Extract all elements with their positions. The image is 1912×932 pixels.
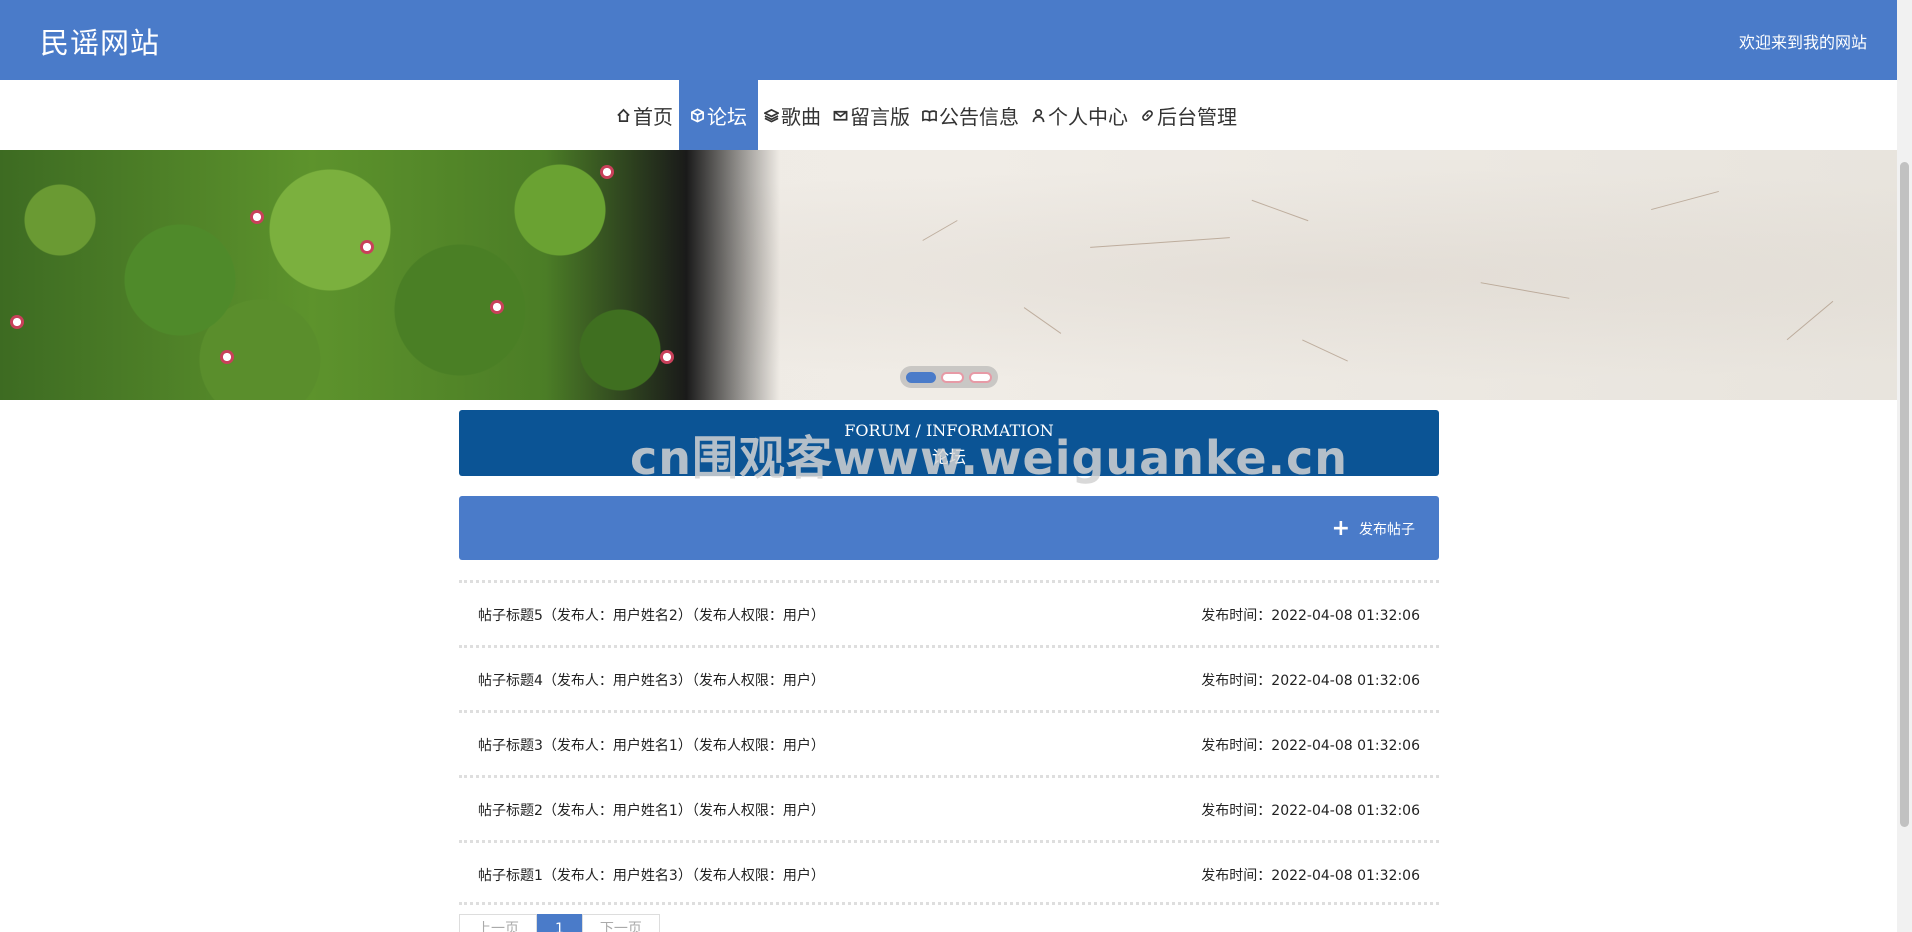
nav-item-forum[interactable]: 论坛: [679, 80, 758, 150]
nav-item-label: 首页: [633, 104, 673, 129]
nav-item-label: 论坛: [707, 104, 747, 129]
layers-icon: [764, 108, 779, 123]
nav-item-label: 个人中心: [1048, 104, 1128, 129]
plus-icon: +: [1331, 516, 1350, 541]
post-title[interactable]: 帖子标题3（发布人：用户姓名1）（发布人权限：用户）: [478, 735, 825, 755]
top-header: 民谣网站 欢迎来到我的网站: [0, 0, 1897, 80]
carousel-dot[interactable]: [906, 371, 936, 383]
post-title[interactable]: 帖子标题1（发布人：用户姓名3）（发布人权限：用户）: [478, 865, 825, 885]
scrollbar-thumb[interactable]: [1900, 162, 1909, 827]
post-title[interactable]: 帖子标题4（发布人：用户姓名3）（发布人权限：用户）: [478, 670, 825, 690]
post-time: 发布时间：2022-04-08 01:32:06: [1201, 803, 1420, 819]
post-time: 发布时间：2022-04-08 01:32:06: [1201, 738, 1420, 754]
list-item[interactable]: 帖子标题4（发布人：用户姓名3）（发布人权限：用户） 发布时间：2022-04-…: [459, 645, 1439, 710]
hero-carousel[interactable]: [0, 150, 1897, 400]
list-item[interactable]: 帖子标题5（发布人：用户姓名2）（发布人权限：用户） 发布时间：2022-04-…: [459, 580, 1439, 645]
carousel-dot[interactable]: [941, 371, 964, 383]
publish-post-label: 发布帖子: [1359, 522, 1415, 538]
post-time: 发布时间：2022-04-08 01:32:06: [1201, 608, 1420, 624]
section-title-en: FORUM / INFORMATION: [844, 421, 1054, 440]
home-icon: [617, 108, 630, 122]
post-time: 发布时间：2022-04-08 01:32:06: [1201, 673, 1420, 689]
nav-item-profile[interactable]: 个人中心: [1025, 80, 1134, 150]
site-title[interactable]: 民谣网站: [40, 20, 160, 62]
list-item[interactable]: 帖子标题2（发布人：用户姓名1）（发布人权限：用户） 发布时间：2022-04-…: [459, 775, 1439, 840]
page-scrollbar[interactable]: [1897, 0, 1912, 932]
nav-item-guestbook[interactable]: 留言版: [827, 80, 916, 150]
link-icon: [1142, 109, 1153, 121]
post-list: 帖子标题5（发布人：用户姓名2）（发布人权限：用户） 发布时间：2022-04-…: [459, 580, 1439, 905]
carousel-indicators: [900, 366, 998, 388]
action-bar: + 发布帖子: [459, 496, 1439, 560]
list-item[interactable]: 帖子标题1（发布人：用户姓名3）（发布人权限：用户） 发布时间：2022-04-…: [459, 840, 1439, 905]
book-icon: [922, 109, 937, 122]
user-icon: [1032, 108, 1045, 122]
section-header: FORUM / INFORMATION 论坛: [459, 410, 1439, 476]
section-title-cn: 论坛: [932, 448, 966, 468]
pagination: 上一页 1 下一页: [459, 914, 660, 932]
publish-post-button[interactable]: + 发布帖子: [1332, 518, 1415, 540]
next-page-button[interactable]: 下一页: [581, 914, 660, 932]
nav-item-label: 公告信息: [939, 104, 1019, 129]
nav-item-songs[interactable]: 歌曲: [758, 80, 827, 150]
page-1-button[interactable]: 1: [537, 914, 582, 932]
post-time: 发布时间：2022-04-08 01:32:06: [1201, 868, 1420, 884]
nav-item-label: 歌曲: [781, 104, 821, 129]
mail-icon: [833, 110, 848, 121]
cube-icon: [691, 107, 704, 123]
post-title[interactable]: 帖子标题2（发布人：用户姓名1）（发布人权限：用户）: [478, 800, 825, 820]
main-nav: 首页 论坛 歌曲 留言版 公告信息 个人中心 后台管理: [0, 80, 1897, 150]
nav-item-label: 后台管理: [1157, 104, 1237, 129]
carousel-dot[interactable]: [969, 371, 992, 383]
nav-item-announcements[interactable]: 公告信息: [916, 80, 1025, 150]
prev-page-button[interactable]: 上一页: [459, 914, 537, 932]
welcome-text: 欢迎来到我的网站: [1738, 33, 1867, 52]
post-title[interactable]: 帖子标题5（发布人：用户姓名2）（发布人权限：用户）: [478, 605, 825, 625]
nav-item-admin[interactable]: 后台管理: [1134, 80, 1243, 150]
nav-item-home[interactable]: 首页: [610, 80, 679, 150]
list-item[interactable]: 帖子标题3（发布人：用户姓名1）（发布人权限：用户） 发布时间：2022-04-…: [459, 710, 1439, 775]
nav-item-label: 留言版: [850, 104, 910, 129]
